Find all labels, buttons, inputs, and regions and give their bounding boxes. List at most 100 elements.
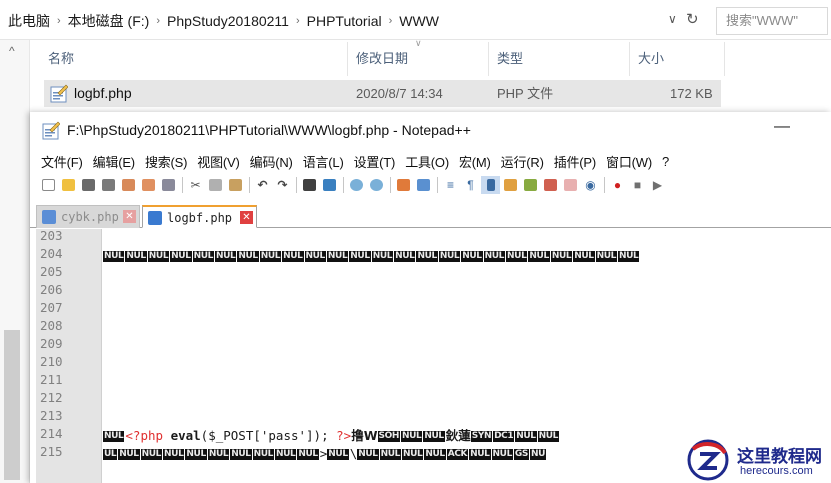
column-divider[interactable]: [488, 42, 489, 76]
control-char: NU: [530, 449, 547, 460]
control-char: NUL: [357, 449, 379, 460]
menu-search[interactable]: 搜索(S): [145, 152, 188, 171]
breadcrumb-item-www[interactable]: WWW: [395, 13, 443, 29]
scrollbar-thumb[interactable]: [4, 330, 20, 480]
control-char: NUL: [230, 449, 252, 460]
column-header-size[interactable]: 大小: [638, 46, 664, 72]
close-file-icon[interactable]: [119, 176, 138, 194]
menu-edit[interactable]: 编辑(E): [93, 152, 136, 171]
close-icon[interactable]: ✕: [240, 211, 253, 224]
line-number: 205: [40, 264, 63, 279]
control-char: NUL: [394, 251, 416, 262]
menu-window[interactable]: 窗口(W): [606, 152, 652, 171]
menu-tools[interactable]: 工具(O): [405, 152, 449, 171]
column-header-type[interactable]: 类型: [497, 46, 523, 72]
sync-horizontal-icon[interactable]: [414, 176, 433, 194]
line-number: 211: [40, 372, 63, 387]
minimize-button[interactable]: —: [774, 118, 790, 136]
open-file-icon[interactable]: [59, 176, 78, 194]
refresh-icon[interactable]: ↻: [686, 10, 699, 28]
address-bar[interactable]: 此电脑 › 本地磁盘 (F:) › PhpStudy20180211 › PHP…: [0, 0, 831, 40]
print-icon[interactable]: [159, 176, 178, 194]
chevron-down-icon[interactable]: ∨: [668, 12, 677, 26]
search-input[interactable]: 搜索"WWW": [716, 7, 828, 35]
tab-logbf[interactable]: logbf.php ✕: [142, 205, 257, 228]
navigation-pane[interactable]: ^: [0, 40, 30, 483]
menu-settings[interactable]: 设置(T): [354, 152, 396, 171]
column-header-name[interactable]: 名称: [48, 46, 74, 72]
notepad-window: F:\PhpStudy20180211\PHPTutorial\WWW\logb…: [30, 112, 831, 483]
control-char: NUL: [424, 449, 446, 460]
control-char: NUL: [170, 251, 192, 262]
find-icon[interactable]: [300, 176, 319, 194]
menu-language[interactable]: 语言(L): [303, 152, 344, 171]
control-char: NUL: [438, 251, 461, 262]
menu-run[interactable]: 运行(R): [501, 152, 544, 171]
file-row[interactable]: logbf.php 2020/8/7 14:34 PHP 文件 172 KB: [44, 80, 721, 107]
menu-macro[interactable]: 宏(M): [459, 152, 491, 171]
sync-vertical-icon[interactable]: [394, 176, 413, 194]
column-divider[interactable]: [629, 42, 630, 76]
tab-cybk[interactable]: cybk.php ✕: [36, 205, 140, 228]
control-char: NUL: [140, 449, 163, 460]
php-open-tag: <?php: [125, 428, 164, 443]
control-char: NUL: [185, 449, 207, 460]
breadcrumb-item-this-pc[interactable]: 此电脑: [4, 11, 54, 31]
control-char: NUL: [326, 251, 349, 262]
control-char: NUL: [537, 431, 560, 442]
file-type: PHP 文件: [497, 86, 554, 101]
indent-guide-icon[interactable]: [481, 176, 500, 194]
close-all-icon[interactable]: [139, 176, 158, 194]
control-char: NUL: [103, 431, 125, 442]
breadcrumb-item-phptutorial[interactable]: PHPTutorial: [303, 13, 386, 29]
save-icon[interactable]: [79, 176, 98, 194]
undo-icon[interactable]: ↶: [253, 176, 272, 194]
line-number: 208: [40, 318, 63, 333]
copy-icon[interactable]: [206, 176, 225, 194]
menu-view[interactable]: 视图(V): [197, 152, 240, 171]
file-name: logbf.php: [74, 85, 132, 101]
title-bar[interactable]: F:\PhpStudy20180211\PHPTutorial\WWW\logb…: [30, 112, 831, 148]
show-all-chars-icon[interactable]: ¶: [461, 176, 480, 194]
column-divider[interactable]: [347, 42, 348, 76]
new-file-icon[interactable]: [39, 176, 58, 194]
paste-icon[interactable]: [226, 176, 245, 194]
play-macro-icon[interactable]: ▶: [648, 176, 667, 194]
eval-function: eval: [170, 428, 201, 443]
zoom-in-icon[interactable]: [347, 176, 366, 194]
function-list-icon[interactable]: [541, 176, 560, 194]
control-char: NUL: [282, 251, 304, 262]
doc-map-icon[interactable]: [521, 176, 540, 194]
menu-plugins[interactable]: 插件(P): [554, 152, 597, 171]
monitoring-icon[interactable]: ◉: [581, 176, 600, 194]
line-number: 203: [40, 228, 63, 243]
close-icon[interactable]: ✕: [123, 210, 136, 223]
column-header-date[interactable]: 修改日期: [356, 46, 408, 72]
menu-encoding[interactable]: 编码(N): [250, 152, 293, 171]
control-char: NUL: [214, 251, 237, 262]
control-char: NUL: [595, 251, 617, 262]
word-wrap-icon[interactable]: ≡: [441, 176, 460, 194]
redo-icon[interactable]: ↷: [273, 176, 292, 194]
control-char: NUL: [147, 251, 170, 262]
control-char: SYN: [470, 431, 493, 442]
record-macro-icon[interactable]: ●: [608, 176, 627, 194]
zoom-out-icon[interactable]: [367, 176, 386, 194]
menu-file[interactable]: 文件(F): [41, 152, 83, 171]
save-all-icon[interactable]: [99, 176, 118, 194]
replace-icon[interactable]: [320, 176, 339, 194]
breadcrumb-item-drive-f[interactable]: 本地磁盘 (F:): [64, 11, 154, 31]
control-char: NUL: [402, 449, 424, 460]
control-char: NUL: [461, 251, 483, 262]
scroll-up-icon[interactable]: ^: [9, 44, 15, 58]
control-char: NUL: [416, 251, 438, 262]
folder-workspace-icon[interactable]: [561, 176, 580, 194]
breadcrumb-item-phpstudy[interactable]: PhpStudy20180211: [163, 13, 293, 29]
stop-macro-icon[interactable]: ■: [628, 176, 647, 194]
cut-icon[interactable]: ✂: [186, 176, 205, 194]
menu-help[interactable]: ?: [662, 154, 669, 169]
line-number: 204: [40, 246, 63, 261]
udl-icon[interactable]: [501, 176, 520, 194]
garbled-text: 撸W: [351, 428, 378, 443]
column-divider[interactable]: [724, 42, 725, 76]
